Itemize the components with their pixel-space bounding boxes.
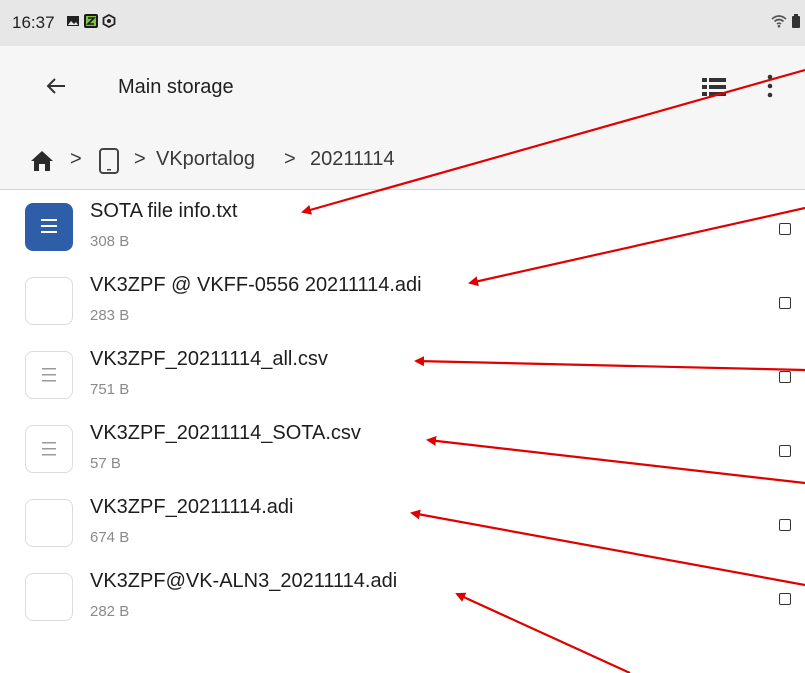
file-name: VK3ZPF @ VKFF-0556 20211114.adi [90, 274, 422, 296]
lines-file-icon [25, 351, 73, 399]
back-arrow-icon[interactable] [44, 74, 68, 103]
file-row[interactable]: VK3ZPF @ VKFF-0556 20211114.adi 283 B [0, 264, 805, 338]
breadcrumb-separator: > [284, 148, 296, 170]
breadcrumb: > > VKportalog > 20211114 [0, 134, 805, 190]
file-size: 308 B [90, 233, 130, 250]
app-bar: Main storage [0, 46, 805, 134]
select-checkbox[interactable] [779, 519, 791, 531]
file-name: VK3ZPF_20211114.adi [90, 496, 294, 518]
text-file-icon [25, 203, 73, 251]
more-vert-icon[interactable] [766, 73, 774, 104]
status-time: 16:37 [12, 13, 55, 32]
blank-file-icon [25, 277, 73, 325]
file-row[interactable]: VK3ZPF@VK-ALN3_20211114.adi 282 B [0, 560, 805, 634]
file-row[interactable]: SOTA file info.txt 308 B [0, 190, 805, 264]
page-title: Main storage [118, 76, 234, 98]
vpn-icon [102, 13, 116, 33]
blank-file-icon [25, 573, 73, 621]
file-name: VK3ZPF@VK-ALN3_20211114.adi [90, 570, 398, 592]
file-size: 283 B [90, 307, 130, 324]
file-name: SOTA file info.txt [90, 200, 238, 222]
select-checkbox[interactable] [779, 593, 791, 605]
breadcrumb-folder-vkportalog[interactable]: VKportalog [156, 148, 255, 171]
file-name: VK3ZPF_20211114_SOTA.csv [90, 422, 361, 444]
select-checkbox[interactable] [779, 223, 791, 235]
select-checkbox[interactable] [779, 371, 791, 383]
select-checkbox[interactable] [779, 297, 791, 309]
file-name: VK3ZPF_20211114_all.csv [90, 348, 328, 370]
wifi-icon [771, 14, 787, 33]
file-size: 282 B [90, 603, 130, 620]
image-icon [66, 14, 80, 33]
file-row[interactable]: VK3ZPF_20211114_all.csv 751 B [0, 338, 805, 412]
file-row[interactable]: VK3ZPF_20211114.adi 674 B [0, 486, 805, 560]
lines-file-icon [25, 425, 73, 473]
file-size: 674 B [90, 529, 130, 546]
file-size: 751 B [90, 381, 130, 398]
app-icon [84, 14, 98, 33]
file-size: 57 B [90, 455, 121, 472]
blank-file-icon [25, 499, 73, 547]
list-view-icon[interactable] [702, 77, 726, 102]
breadcrumb-separator: > [70, 148, 82, 170]
home-icon[interactable] [30, 150, 54, 178]
breadcrumb-folder-20211114[interactable]: 20211114 [310, 148, 395, 171]
phone-icon[interactable] [98, 148, 120, 180]
file-row[interactable]: VK3ZPF_20211114_SOTA.csv 57 B [0, 412, 805, 486]
battery-icon [791, 14, 801, 33]
select-checkbox[interactable] [779, 445, 791, 457]
breadcrumb-separator: > [134, 148, 146, 170]
status-bar: 16:37 [0, 0, 805, 46]
